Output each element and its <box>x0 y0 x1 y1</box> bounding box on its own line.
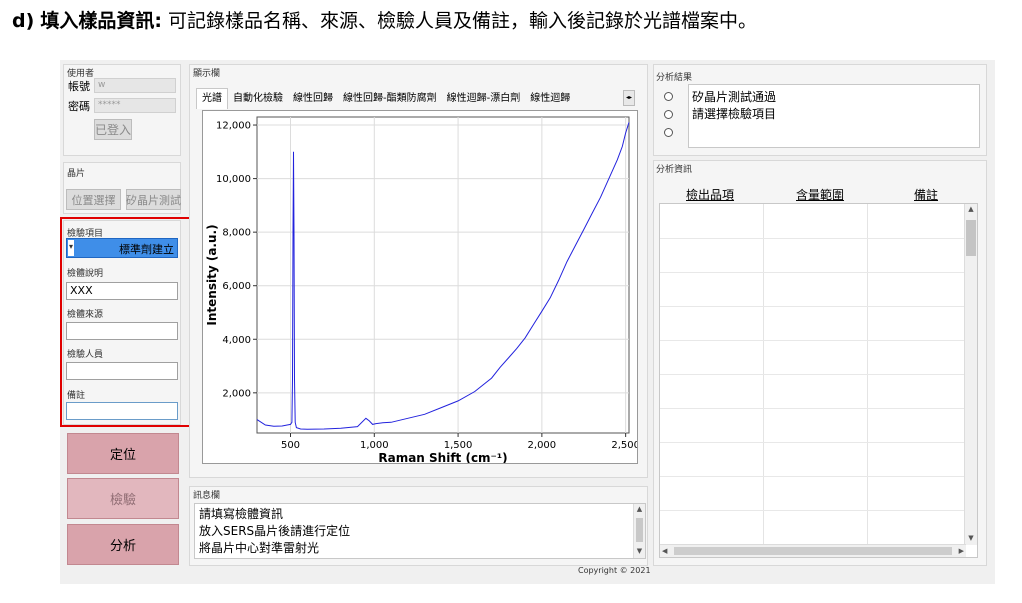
chip-test-button[interactable]: 矽晶片測試 <box>126 189 181 210</box>
message-box[interactable]: 請填寫檢體資訊 放入SERS晶片後請進行定位 將晶片中心對準雷射光 ▲ ▼ <box>194 503 646 559</box>
message-group-label: 訊息欄 <box>193 491 221 501</box>
note-label: 備註 <box>67 391 86 401</box>
result-radio-3[interactable] <box>664 128 673 137</box>
x-tick-label: 2,500 <box>611 440 637 451</box>
row-divider <box>660 408 965 409</box>
y-tick-label: 6,000 <box>222 281 251 292</box>
plot-frame <box>256 116 630 434</box>
tab-strip: 光譜 自動化檢驗 線性回歸 線性回歸-酯類防腐劑 線性迴歸-漂白劑 線性迴歸 <box>196 88 634 109</box>
row-divider <box>660 306 965 307</box>
row-divider <box>660 374 965 375</box>
login-button[interactable]: 已登入 <box>94 119 132 140</box>
row-divider <box>660 510 965 511</box>
results-group-label: 分析結果 <box>656 73 693 83</box>
scrollbar-thumb[interactable] <box>674 547 952 555</box>
y-tick-label: 4,000 <box>222 335 251 346</box>
dropdown-arrow-icon[interactable]: ▾ <box>68 240 74 256</box>
info-table[interactable]: ▲ ▼ ◀ ▶ <box>659 203 978 558</box>
account-label: 帳號 <box>68 80 90 93</box>
tab-auto-inspection[interactable]: 自動化檢驗 <box>228 89 288 109</box>
display-group-label: 顯示欄 <box>193 69 221 79</box>
analyze-button[interactable]: 分析 <box>67 524 179 565</box>
column-header-range[interactable]: 含量範圍 <box>796 186 844 203</box>
results-box: 矽晶片測試通過 請選擇檢驗項目 <box>688 84 980 148</box>
info-horizontal-scrollbar[interactable]: ◀ ▶ <box>660 544 966 557</box>
account-field[interactable]: w <box>94 78 176 93</box>
scrollbar-thumb[interactable] <box>636 518 643 542</box>
result-line: 請選擇檢驗項目 <box>692 107 777 121</box>
row-divider <box>660 340 965 341</box>
info-group-label: 分析資訊 <box>656 165 693 175</box>
chip-group-label: 晶片 <box>67 169 86 179</box>
item-select[interactable]: ▾ 標準劑建立 <box>66 238 178 258</box>
tab-spectrum[interactable]: 光譜 <box>196 88 228 109</box>
desc-field[interactable]: XXX <box>66 282 178 300</box>
scroll-up-icon[interactable]: ▲ <box>634 504 645 514</box>
tab-scroll-arrows-icon[interactable]: ◂▸ <box>623 90 635 106</box>
x-tick-label: 500 <box>281 440 300 451</box>
position-select-button[interactable]: 位置選擇 <box>66 189 121 210</box>
heading-prefix: d) <box>12 10 35 32</box>
inspector-field[interactable] <box>66 362 178 380</box>
inspector-label: 檢驗人員 <box>67 350 104 360</box>
message-line: 請填寫檢體資訊 <box>199 507 284 521</box>
y-tick-label: 2,000 <box>222 388 251 399</box>
x-axis-label: Raman Shift (cm⁻¹) <box>378 451 507 463</box>
row-divider <box>660 476 965 477</box>
y-tick-label: 8,000 <box>222 228 251 239</box>
scroll-down-icon[interactable]: ▼ <box>965 533 977 543</box>
scrollbar-thumb[interactable] <box>966 220 976 256</box>
source-field[interactable] <box>66 322 178 340</box>
y-axis-label: Intensity (a.u.) <box>205 224 219 325</box>
message-line: 放入SERS晶片後請進行定位 <box>199 524 351 538</box>
message-scrollbar[interactable]: ▲ ▼ <box>633 504 645 558</box>
inspect-button[interactable]: 檢驗 <box>67 478 179 519</box>
x-tick-label: 1,500 <box>444 440 473 451</box>
row-divider <box>660 442 965 443</box>
column-header-note[interactable]: 備註 <box>914 186 938 203</box>
scroll-down-icon[interactable]: ▼ <box>634 546 645 556</box>
message-line: 將晶片中心對準雷射光 <box>199 541 320 555</box>
heading-rest: 可記錄樣品名稱、來源、檢驗人員及備註，輸入後記錄於光譜檔案中。 <box>161 10 757 32</box>
row-divider <box>660 272 965 273</box>
scroll-left-icon[interactable]: ◀ <box>662 546 667 556</box>
password-field[interactable]: ***** <box>94 98 176 113</box>
scroll-up-icon[interactable]: ▲ <box>965 204 977 214</box>
chart-area: 500 1,000 1,500 2,000 2,500 2,000 4,000 6,000 8,… <box>202 110 640 465</box>
info-vertical-scrollbar[interactable]: ▲ ▼ <box>964 204 977 545</box>
item-select-value: 標準劑建立 <box>119 243 174 256</box>
result-line: 矽晶片測試通過 <box>692 90 777 104</box>
scroll-right-icon[interactable]: ▶ <box>959 546 964 556</box>
row-divider <box>660 238 965 239</box>
y-tick-label: 12,000 <box>216 121 251 132</box>
result-radio-2[interactable] <box>664 110 673 119</box>
column-header-item[interactable]: 檢出品項 <box>686 186 734 203</box>
result-radio-1[interactable] <box>664 92 673 101</box>
tab-regression-more[interactable]: 線性迴歸 <box>525 89 575 109</box>
y-tick-label: 10,000 <box>216 174 251 185</box>
note-field[interactable] <box>66 402 178 420</box>
x-tick-label: 2,000 <box>528 440 557 451</box>
spectrum-chart: 500 1,000 1,500 2,000 2,500 2,000 4,000 6,000 8,… <box>205 116 640 465</box>
page-heading: d) 填入樣品資訊: 可記錄樣品名稱、來源、檢驗人員及備註，輸入後記錄於光譜檔案… <box>12 6 757 33</box>
password-label: 密碼 <box>68 100 90 113</box>
source-label: 檢體來源 <box>67 310 104 320</box>
copyright: Copyright © 2021 <box>578 566 651 575</box>
tab-regression-bleach[interactable]: 線性迴歸-漂白劑 <box>442 89 526 109</box>
heading-bold: 填入樣品資訊: <box>40 10 162 32</box>
tab-regression-preservative[interactable]: 線性回歸-酯類防腐劑 <box>338 89 442 109</box>
x-tick-label: 1,000 <box>360 440 389 451</box>
tab-linear-regression[interactable]: 線性回歸 <box>288 89 338 109</box>
locate-button[interactable]: 定位 <box>67 433 179 474</box>
desc-label: 檢體說明 <box>67 269 104 279</box>
